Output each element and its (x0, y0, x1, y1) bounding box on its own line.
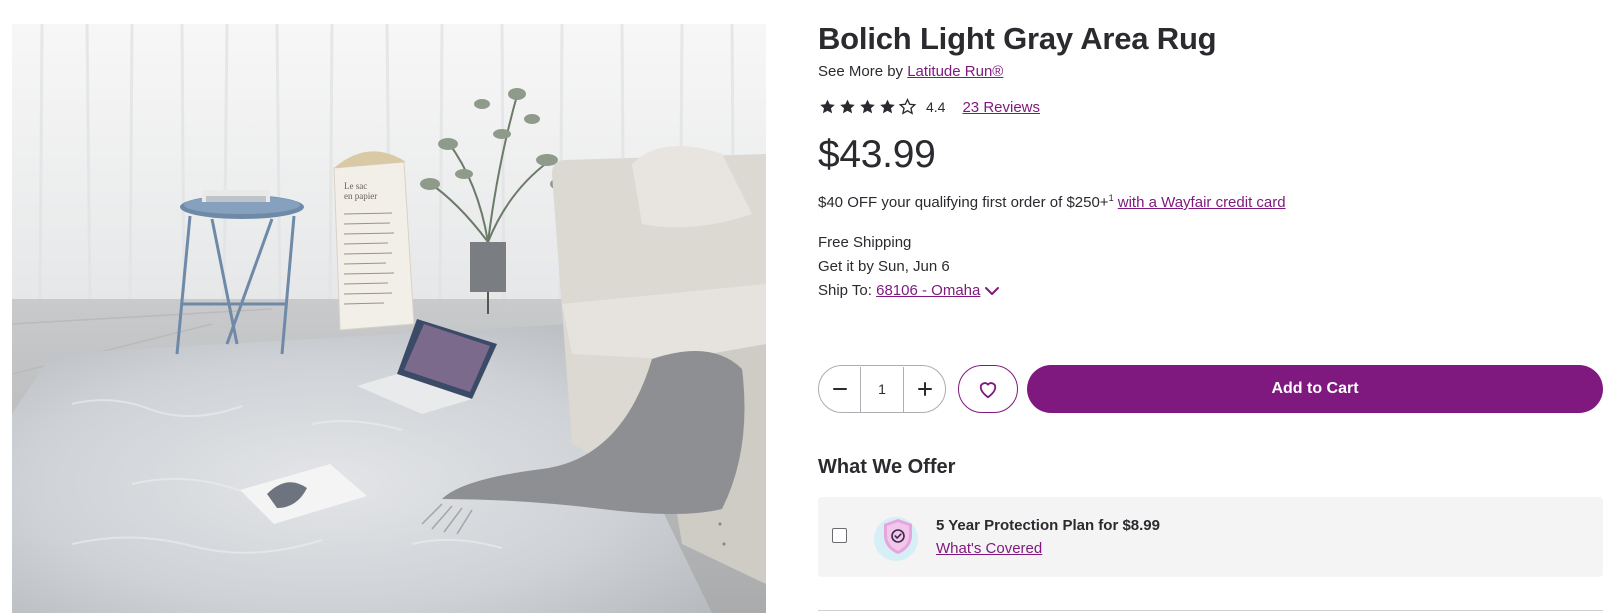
product-details: Bolich Light Gray Area Rug See More by L… (818, 0, 1605, 613)
shield-check-icon (872, 511, 924, 563)
credit-card-offer: $40 OFF your qualifying first order of $… (818, 193, 1286, 212)
product-title: Bolich Light Gray Area Rug (818, 21, 1217, 56)
favorite-button[interactable] (958, 365, 1018, 413)
svg-text:en papier: en papier (344, 191, 377, 201)
svg-text:Le sac: Le sac (344, 181, 367, 191)
ship-to-label: Ship To: (818, 282, 877, 299)
minus-icon (832, 388, 847, 390)
protection-plan-title: 5 Year Protection Plan for $8.99 (936, 517, 1160, 534)
chevron-down-icon[interactable] (984, 285, 1000, 297)
ship-to: Ship To: 68106 - Omaha (818, 282, 1000, 299)
quantity-input[interactable] (860, 366, 904, 412)
star-rating (818, 98, 917, 116)
quantity-stepper (818, 365, 946, 413)
whats-covered-link[interactable]: What's Covered (936, 540, 1042, 557)
plus-icon (917, 382, 932, 396)
increment-button[interactable] (904, 367, 945, 412)
product-image[interactable]: Le sac en papier (12, 24, 766, 613)
see-more-line: See More by Latitude Run® (818, 63, 1003, 80)
decrement-button[interactable] (819, 367, 860, 412)
free-shipping: Free Shipping (818, 234, 912, 251)
rating-value: 4.4 (926, 99, 946, 115)
rating-row: 4.4 23 Reviews (818, 97, 1040, 117)
protection-plan-card: 5 Year Protection Plan for $8.99 What's … (818, 497, 1603, 577)
offer-text: $40 OFF your qualifying first order of $… (818, 194, 1109, 211)
product-price: $43.99 (818, 133, 936, 176)
add-to-cart-button[interactable]: Add to Cart (1027, 365, 1603, 413)
star-icon (860, 99, 875, 114)
ship-to-location-link[interactable]: 68106 - Omaha (876, 282, 980, 299)
reviews-link[interactable]: 23 Reviews (962, 99, 1040, 116)
offer-footnote: 1 (1108, 193, 1114, 203)
brand-link[interactable]: Latitude Run® (907, 63, 1003, 80)
see-more-prefix: See More by (818, 63, 908, 80)
star-outline-icon (898, 98, 917, 115)
rug-room-photo: Le sacen papier (12, 24, 766, 613)
divider (818, 610, 1603, 611)
star-icon (880, 99, 895, 114)
heart-icon (979, 382, 997, 399)
what-we-offer-heading: What We Offer (818, 456, 956, 478)
star-icon (820, 99, 835, 114)
protection-plan-checkbox[interactable] (832, 528, 847, 543)
star-icon (840, 99, 855, 114)
credit-card-link[interactable]: with a Wayfair credit card (1118, 194, 1286, 211)
delivery-date: Get it by Sun, Jun 6 (818, 258, 950, 275)
